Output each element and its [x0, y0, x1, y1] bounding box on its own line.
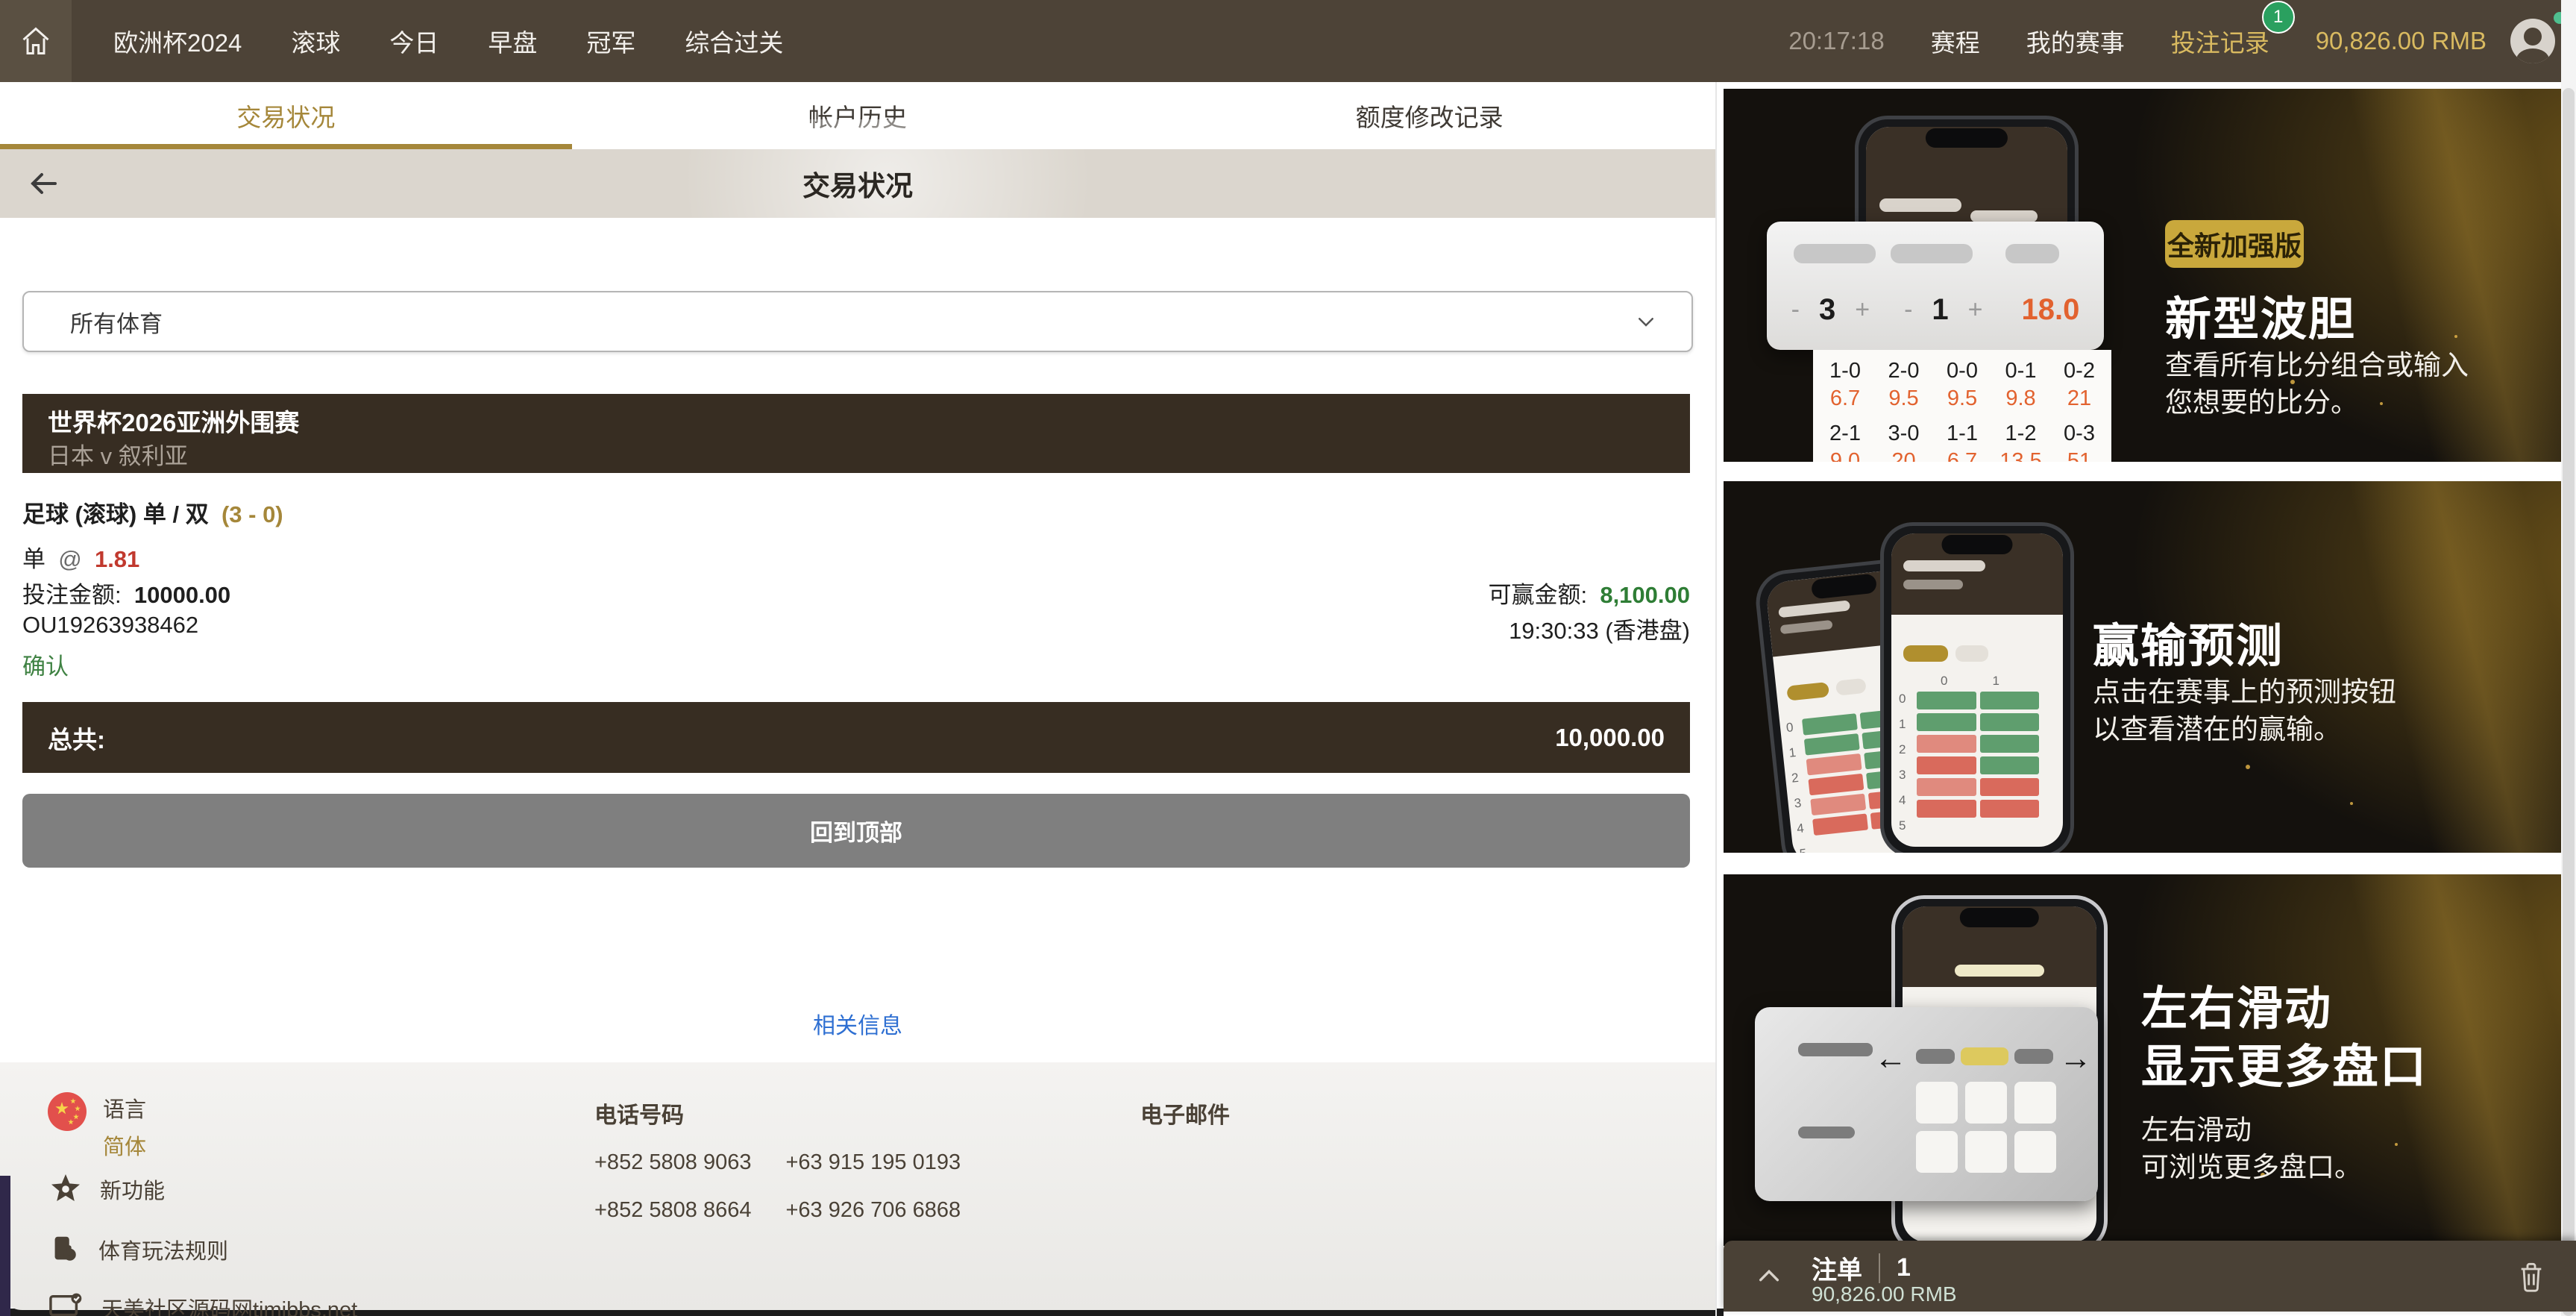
footer-site-label: 天美社区源码网timibbs.net [101, 1292, 357, 1316]
promo-banner-correct-score[interactable]: - 3 + - 1 + 18.0 1-02-00-00-10-2 6.79.59… [1724, 89, 2561, 462]
nav-item-bet-records[interactable]: 投注记录 1 [2171, 23, 2269, 59]
ticket-selection-row: 单 @ 1.81 [22, 540, 1690, 573]
betslip-label-row: 注单 1 [1812, 1250, 1911, 1286]
at-symbol: @ [58, 546, 81, 572]
banner1-title: 新型波胆 [2165, 281, 2356, 348]
rules-hand-icon [48, 1232, 82, 1267]
ticket-market: 足球 (滚球) 单 / 双 [22, 501, 209, 527]
stake-label: 投注金额: [22, 582, 122, 608]
chevron-down-icon [1635, 310, 1657, 333]
footer-new-features[interactable]: 新功能 [48, 1171, 165, 1207]
betslip-bar[interactable]: 注单 1 90,826.00 RMB [1724, 1241, 2576, 1312]
nav-item-today[interactable]: 今日 [389, 23, 439, 59]
language-label: 语言 [103, 1092, 146, 1124]
total-label: 总共: [48, 720, 105, 756]
confirm-link[interactable]: 确认 [22, 654, 69, 680]
score-stepper-card: - 3 + - 1 + 18.0 [1767, 222, 2104, 350]
avatar-body [2516, 48, 2549, 63]
monitor-check-icon [48, 1291, 85, 1316]
betslip-label: 注单 [1812, 1250, 1862, 1286]
total-value: 10,000.00 [1555, 724, 1665, 752]
nav-item-schedule[interactable]: 赛程 [1931, 23, 1980, 59]
ticket-stake-row: 投注金额: 10000.00 可赢金额: 8,100.00 [22, 576, 1690, 609]
nav-item-live[interactable]: 滚球 [291, 23, 340, 59]
promo-banner-win-loss[interactable]: 012345 01 0 [1724, 481, 2561, 853]
banner1-body: 查看所有比分组合或输入 您想要的比分。 [2165, 347, 2469, 422]
ticket-ref: OU19263938462 [22, 612, 198, 638]
ticket-time: 19:30:33 (香港盘) [1509, 612, 1690, 645]
china-flag-icon [48, 1092, 87, 1131]
nav-right: 20:17:18 赛程 我的赛事 投注记录 1 90,826.00 RMB [1788, 0, 2487, 82]
sport-filter-select[interactable]: 所有体育 [22, 291, 1693, 352]
ticket-odds: 1.81 [95, 546, 139, 572]
total-bar: 总共: 10,000.00 [22, 702, 1690, 773]
betslip-count: 1 [1897, 1253, 1911, 1282]
clock-text: 20:17:18 [1788, 27, 1884, 55]
nav-item-eurocup[interactable]: 欧洲杯2024 [113, 23, 242, 59]
star-badge-icon [48, 1171, 84, 1207]
tab-credit-changes[interactable]: 额度修改记录 [1143, 82, 1715, 149]
back-to-top-button[interactable]: 回到顶部 [22, 794, 1690, 868]
win-value: 8,100.00 [1600, 582, 1690, 608]
swipe-card: ← → [1755, 1007, 2098, 1201]
promo-banner-swipe[interactable]: ← → 左右滑动 显示更多盘口 左右滑动 可浏览更多盘口。 [1724, 874, 2561, 1246]
banner3-body: 左右滑动 可浏览更多盘口。 [2141, 1112, 2362, 1186]
win-label: 可赢金额: [1488, 582, 1587, 608]
language-switcher[interactable]: 语言 简体 [48, 1092, 146, 1161]
email-column-header: 电子邮件 [1140, 1097, 1230, 1129]
nav-items: 欧洲杯2024 滚球 今日 早盘 冠军 综合过关 [113, 23, 783, 59]
app-root: 欧洲杯2024 滚球 今日 早盘 冠军 综合过关 20:17:18 赛程 我的赛… [0, 0, 2576, 1316]
related-info-link[interactable]: 相关信息 [0, 1007, 1715, 1040]
page-scrollbar [2561, 0, 2576, 1316]
betslip-amount: 90,826.00 RMB [1812, 1282, 1957, 1306]
balance-text[interactable]: 90,826.00 RMB [2316, 27, 2487, 55]
banner2-body: 点击在赛事上的预测按钮 以查看潜在的赢输。 [2093, 674, 2396, 748]
banner3-title: 左右滑动 显示更多盘口 [2141, 980, 2428, 1096]
avatar-head [2524, 28, 2542, 46]
ticket-selection: 单 [22, 546, 45, 572]
home-button[interactable] [0, 0, 72, 82]
chevron-up-icon[interactable] [1756, 1265, 1782, 1287]
tab-transaction-status[interactable]: 交易状况 [0, 82, 572, 149]
ticket-header: 世界杯2026亚洲外围赛 日本 v 叙利亚 [22, 394, 1690, 473]
banner1-badge: 全新加强版 [2165, 220, 2304, 268]
bet-records-badge: 1 [2262, 1, 2295, 34]
footer-rules[interactable]: 体育玩法规则 [48, 1232, 228, 1267]
nav-item-my-events[interactable]: 我的赛事 [2026, 23, 2125, 59]
ticket-market-row: 足球 (滚球) 单 / 双 (3 - 0) [22, 495, 1690, 528]
ticket-score: (3 - 0) [222, 501, 283, 527]
phone-mockup-2b: 01 012345 [1880, 522, 2074, 853]
footer-new-features-label: 新功能 [100, 1174, 165, 1205]
edge-widget-strip [0, 1176, 10, 1316]
ticket-ref-row: OU19263938462 19:30:33 (香港盘) [22, 612, 1690, 645]
footer: 语言 简体 新功能 体育玩法规则 天美社区源码网timibbs.net 电话号码… [0, 1062, 1715, 1310]
scrollbar-thumb[interactable] [2563, 88, 2575, 1316]
back-arrow-icon[interactable] [25, 166, 61, 201]
ticket-match: 日本 v 叙利亚 [48, 437, 188, 471]
nav-item-early[interactable]: 早盘 [488, 23, 537, 59]
sport-filter-value: 所有体育 [70, 305, 163, 339]
phone-column-header: 电话号码 [594, 1097, 684, 1129]
top-nav: 欧洲杯2024 滚球 今日 早盘 冠军 综合过关 20:17:18 赛程 我的赛… [0, 0, 2576, 82]
footer-rules-label: 体育玩法规则 [98, 1234, 228, 1265]
language-value: 简体 [103, 1129, 146, 1161]
ticket-league: 世界杯2026亚洲外围赛 [48, 403, 299, 439]
home-icon [19, 25, 52, 57]
trash-icon[interactable] [2516, 1260, 2546, 1293]
ticket-confirm-row: 确认 [22, 648, 1690, 680]
banner2-title: 赢输预测 [2093, 608, 2284, 675]
page-title: 交易状况 [802, 163, 913, 204]
profile-avatar[interactable] [2510, 19, 2555, 63]
nav-item-parlay[interactable]: 综合过关 [685, 23, 783, 59]
phone-numbers-row2: +852 5808 8664+63 926 706 6868 [594, 1198, 961, 1223]
footer-site-link[interactable]: 天美社区源码网timibbs.net [48, 1291, 357, 1316]
page-header: 交易状况 [0, 149, 1715, 218]
stake-value: 10000.00 [134, 582, 230, 608]
score-grid: 1-02-00-00-10-2 6.79.59.59.821 2-13-01-1… [1813, 350, 2111, 462]
phone-numbers-row1: +852 5808 9063+63 915 195 0193 [594, 1150, 961, 1175]
main-column-divider [1715, 82, 1717, 1316]
nav-item-champion[interactable]: 冠军 [586, 23, 635, 59]
